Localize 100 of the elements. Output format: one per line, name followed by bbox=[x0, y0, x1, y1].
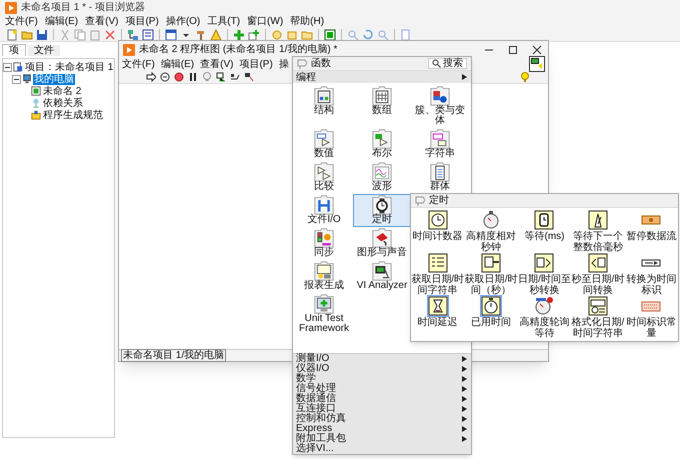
tree-item[interactable]: 依赖关系 bbox=[42, 98, 84, 108]
palette-item[interactable]: 等待(ms) bbox=[518, 210, 572, 253]
timing-icon bbox=[372, 195, 392, 215]
palette-item[interactable]: 格式化日期/时间字符串 bbox=[571, 296, 625, 339]
app-logo-icon bbox=[123, 44, 135, 56]
run-icon[interactable] bbox=[324, 28, 336, 40]
pause-icon[interactable] bbox=[188, 72, 198, 82]
tree-item[interactable]: 程序生成规范 bbox=[42, 110, 104, 120]
help-icon[interactable] bbox=[520, 72, 530, 82]
window-title: 未命名 2 程序框图 (未命名项目 1/我的电脑) * bbox=[139, 42, 338, 57]
menu-item[interactable]: 文件(F) bbox=[122, 58, 155, 70]
menu-item[interactable]: 窗口(W) bbox=[247, 16, 284, 28]
menu-item[interactable]: 文件(F) bbox=[5, 16, 38, 28]
palette-item[interactable]: 获取日期/时间（秒） bbox=[464, 253, 518, 296]
palette-item[interactable]: 日期/时间至秒转换 bbox=[518, 253, 572, 296]
palette-title: 函数 bbox=[311, 58, 332, 69]
analyzer-icon bbox=[372, 261, 392, 281]
menu-item[interactable]: 项目(P) bbox=[125, 16, 159, 28]
palette-category[interactable]: 控制和仿真 bbox=[293, 414, 471, 424]
project-icon bbox=[13, 62, 23, 72]
vi-icon[interactable] bbox=[529, 56, 545, 72]
palette-category[interactable]: 测量I/O bbox=[293, 354, 471, 364]
hammer-icon[interactable] bbox=[195, 28, 207, 40]
numeric-icon bbox=[314, 129, 334, 149]
add-file-icon[interactable] bbox=[248, 28, 260, 40]
tree-item[interactable]: 未命名 2 bbox=[42, 86, 82, 96]
tree-item[interactable]: 我的电脑 bbox=[33, 74, 75, 84]
palette-item[interactable]: 时间计数器 bbox=[411, 210, 464, 253]
cluster-icon bbox=[430, 86, 450, 106]
tree-icon[interactable] bbox=[127, 28, 139, 40]
graphics-icon bbox=[372, 228, 392, 248]
palette-item[interactable]: 时间标识常量 bbox=[624, 296, 678, 339]
collapse-icon[interactable] bbox=[3, 62, 12, 72]
palette-category[interactable]: 仪器I/O bbox=[293, 364, 471, 374]
unittest-icon bbox=[314, 294, 334, 314]
menu-item[interactable]: 编辑(E) bbox=[44, 16, 78, 28]
save-icon[interactable] bbox=[36, 28, 48, 40]
boolean-icon bbox=[372, 129, 392, 149]
collection-icon bbox=[430, 162, 450, 182]
palette-item[interactable]: 已用时间 bbox=[464, 296, 518, 339]
palette-category[interactable]: 互连接口 bbox=[293, 404, 471, 414]
palette-category[interactable]: 数据通信 bbox=[293, 394, 471, 404]
bulb-icon[interactable] bbox=[202, 72, 212, 82]
close-icon[interactable] bbox=[532, 44, 542, 54]
new-file-icon[interactable] bbox=[6, 28, 18, 40]
add-icon[interactable] bbox=[233, 28, 245, 40]
comparison-icon bbox=[314, 162, 334, 182]
palette-item[interactable]: 高精度轮询等待 bbox=[518, 296, 572, 339]
palette-item[interactable]: 暂停数据流 bbox=[624, 210, 678, 253]
sync-icon bbox=[314, 228, 334, 248]
window-icon[interactable] bbox=[165, 28, 177, 40]
category-bar[interactable]: 编程 bbox=[293, 71, 471, 83]
collapse-icon[interactable] bbox=[12, 74, 21, 84]
menu-item[interactable]: 操 bbox=[278, 58, 289, 70]
continuous-run-icon[interactable] bbox=[160, 72, 170, 82]
palette-item[interactable]: 时间延迟 bbox=[411, 296, 464, 339]
run-arrow-icon[interactable] bbox=[146, 72, 156, 82]
file-icon bbox=[314, 195, 334, 215]
palette-category[interactable]: 信号处理 bbox=[293, 384, 471, 394]
search-button[interactable]: 搜索 bbox=[428, 58, 467, 69]
menu-item[interactable]: 编辑(E) bbox=[160, 58, 194, 70]
palette-item[interactable]: 等待下一个整数倍毫秒 bbox=[571, 210, 625, 253]
waveform-icon bbox=[372, 162, 392, 182]
menu-item[interactable]: 查看(V) bbox=[200, 58, 234, 70]
status-text: 未命名项目 1/我的电脑 bbox=[121, 349, 226, 362]
probe-icon[interactable] bbox=[216, 72, 226, 82]
tree-item[interactable]: 项目：未命名项目 1 bbox=[24, 62, 114, 72]
window-title: 未命名项目 1 * - 项目浏览器 bbox=[21, 0, 145, 15]
string-icon bbox=[430, 129, 450, 149]
palette-category[interactable]: 数学 bbox=[293, 374, 471, 384]
array-icon bbox=[372, 86, 392, 106]
list-icon[interactable] bbox=[142, 28, 154, 40]
menu-item[interactable]: 查看(V) bbox=[85, 16, 118, 28]
palette-category[interactable]: Express bbox=[293, 424, 471, 434]
palette-item[interactable]: 秒至日期/时间转换 bbox=[571, 253, 625, 296]
computer-icon bbox=[22, 74, 32, 84]
category-title: 编程 bbox=[296, 72, 316, 82]
tab[interactable]: 项 bbox=[2, 44, 26, 56]
build-icon bbox=[31, 110, 41, 120]
menu-item[interactable]: 工具(T) bbox=[207, 16, 240, 28]
maximize-icon[interactable] bbox=[508, 44, 518, 54]
palette-item[interactable]: 定时 bbox=[353, 194, 411, 227]
delete-icon[interactable] bbox=[104, 28, 116, 40]
tab[interactable]: 文件 bbox=[28, 45, 60, 56]
abort-icon[interactable] bbox=[174, 72, 184, 82]
palette-category[interactable]: 附加工具包 bbox=[293, 434, 471, 444]
search-icon bbox=[432, 59, 441, 68]
vi-icon bbox=[31, 86, 41, 96]
palette-item[interactable]: 高精度相对秒钟 bbox=[464, 210, 518, 253]
structure-icon bbox=[314, 86, 334, 106]
dependencies-icon bbox=[31, 98, 41, 108]
menu-item[interactable]: 项目(P) bbox=[239, 58, 273, 70]
menu-item[interactable]: 操作(O) bbox=[166, 16, 200, 28]
menu-item[interactable]: 帮助(H) bbox=[290, 16, 324, 28]
submenu-arrow-icon bbox=[461, 73, 468, 81]
palette-category[interactable]: 选择VI... bbox=[293, 444, 471, 454]
palette-title: 定时 bbox=[429, 195, 450, 206]
palette-item[interactable]: 转换为时间标识 bbox=[624, 253, 678, 296]
report-icon bbox=[314, 261, 334, 281]
palette-item[interactable]: 获取日期/时间字符串 bbox=[411, 253, 464, 296]
